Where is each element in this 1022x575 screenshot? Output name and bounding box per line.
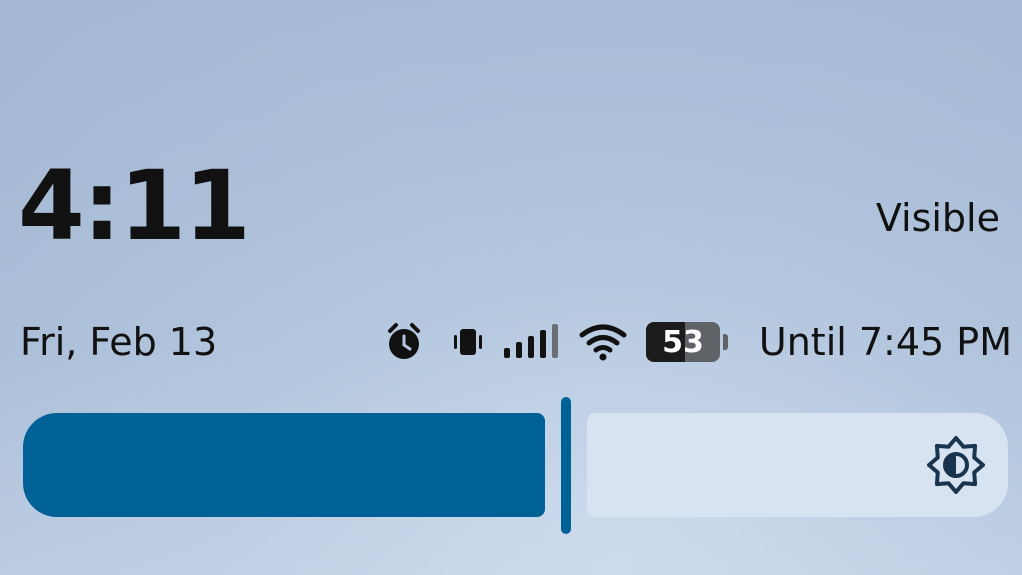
battery-icon: 53 bbox=[646, 322, 728, 362]
clock-time[interactable]: 4:11 bbox=[18, 158, 251, 254]
brightness-slider-track[interactable] bbox=[587, 413, 1008, 517]
alarm-icon bbox=[384, 322, 424, 362]
cell-signal-icon bbox=[500, 322, 564, 362]
battery-level: 53 bbox=[662, 324, 704, 360]
battery-nub bbox=[723, 334, 728, 350]
date-label[interactable]: Fri, Feb 13 bbox=[20, 320, 217, 364]
wifi-icon bbox=[578, 322, 628, 362]
brightness-slider-fill[interactable] bbox=[23, 413, 545, 517]
carrier-name: Visible bbox=[875, 196, 1000, 240]
brightness-icon bbox=[926, 435, 986, 495]
vibrate-icon bbox=[450, 324, 486, 360]
battery-body: 53 bbox=[646, 322, 720, 362]
brightness-slider-handle[interactable] bbox=[561, 397, 571, 534]
until-label: Until 7:45 PM bbox=[758, 320, 1012, 364]
status-icons: 53 bbox=[384, 320, 728, 364]
